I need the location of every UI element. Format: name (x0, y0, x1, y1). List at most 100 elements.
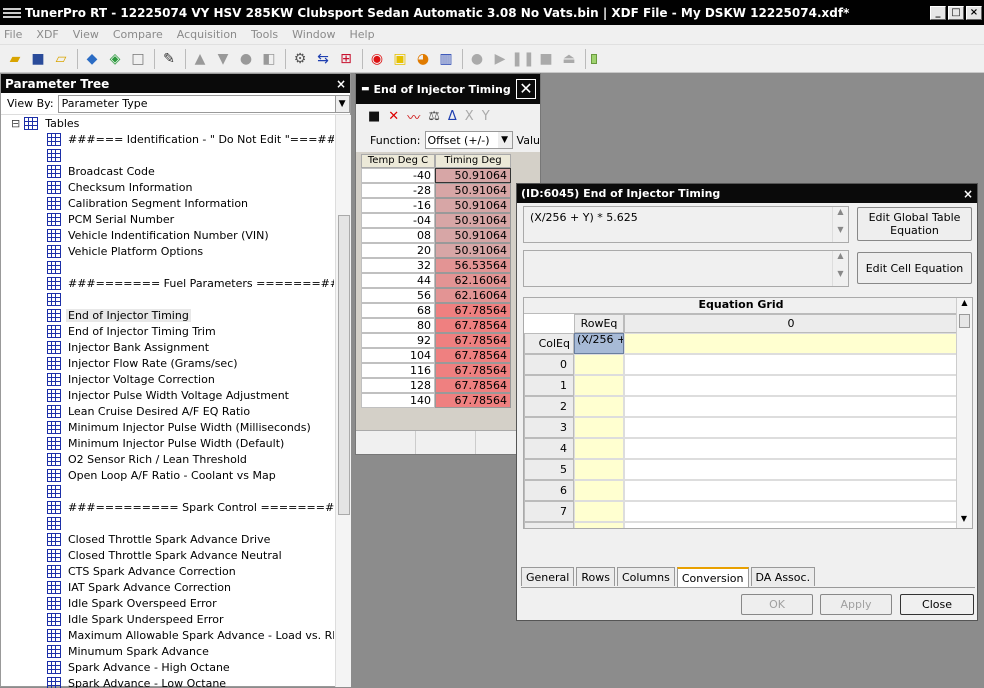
tree-item[interactable]: ###=== Identification - " Do Not Edit "=… (1, 131, 334, 147)
menu-item-help[interactable]: Help (350, 28, 375, 41)
view-by-select[interactable]: Parameter Type ▼ (58, 95, 350, 113)
close-button[interactable]: Close (900, 594, 974, 615)
tree-item[interactable]: Minimum Injector Pulse Width (Millisecon… (1, 419, 334, 435)
tree-item[interactable] (1, 259, 334, 275)
tree-item[interactable]: End of Injector Timing Trim (1, 323, 334, 339)
grid-cell[interactable] (624, 438, 958, 459)
maximize-button[interactable]: □ (948, 6, 964, 20)
tree-item[interactable]: Broadcast Code (1, 163, 334, 179)
grid-cell[interactable] (624, 459, 958, 480)
chart-icon[interactable]: ▥ (437, 50, 455, 68)
equation-scrollbar[interactable]: ▲▼ (832, 207, 848, 242)
grid-row-eq-cell[interactable] (574, 354, 624, 375)
grid-row-eq-cell[interactable] (574, 522, 624, 529)
xdf-icon[interactable]: ◆ (83, 50, 101, 68)
pen-icon[interactable]: ✎ (160, 50, 178, 68)
settings-icon[interactable]: ⚙ (291, 50, 309, 68)
tree-item[interactable] (1, 515, 334, 531)
tree-item[interactable]: Idle Spark Underspeed Error (1, 611, 334, 627)
timing-cell[interactable]: 67.78564 (435, 318, 511, 333)
tree-item[interactable]: End of Injector Timing (1, 307, 334, 323)
grid-cell[interactable] (624, 354, 958, 375)
tree-item[interactable]: Injector Bank Assignment (1, 339, 334, 355)
chevron-down-icon[interactable]: ▼ (335, 96, 349, 112)
chip-icon[interactable]: ● (237, 50, 255, 68)
xdf-open-icon[interactable]: ◈ (106, 50, 124, 68)
parameter-tree-close-button[interactable]: × (336, 77, 346, 91)
checksum-icon[interactable]: ⊞ (337, 50, 355, 68)
edit-global-equation-button[interactable]: Edit Global Table Equation (857, 207, 972, 241)
minimize-button[interactable]: _ (930, 6, 946, 20)
eject-icon[interactable]: ⏏ (560, 50, 578, 68)
global-equation-field[interactable]: (X/256 + Y) * 5.625 ▲▼ (523, 206, 849, 243)
menu-item-window[interactable]: Window (292, 28, 335, 41)
tree-item[interactable]: Vehicle Indentification Number (VIN) (1, 227, 334, 243)
y-axis-icon[interactable]: Y (482, 109, 490, 124)
new-file-icon[interactable]: □ (129, 50, 147, 68)
scroll-down-icon[interactable]: ▼ (957, 514, 971, 528)
tree-item[interactable]: IAT Spark Advance Correction (1, 579, 334, 595)
cell-equation-scrollbar[interactable]: ▲▼ (832, 251, 848, 286)
emulate-icon[interactable]: ◧ (260, 50, 278, 68)
menu-item-tools[interactable]: Tools (251, 28, 278, 41)
timing-cell[interactable]: 67.78564 (435, 333, 511, 348)
function-select[interactable]: Offset (+/-) ▼ (425, 131, 513, 149)
tab-general[interactable]: General (521, 567, 574, 586)
graph-icon[interactable]: 〰 (407, 107, 420, 126)
tree-item[interactable] (1, 291, 334, 307)
tree-item[interactable] (1, 147, 334, 163)
timing-cell[interactable]: 67.78564 (435, 348, 511, 363)
menu-item-file[interactable]: File (4, 28, 22, 41)
ok-button[interactable]: OK (741, 594, 813, 615)
save-icon[interactable]: ■ (29, 50, 47, 68)
timing-cell[interactable]: 50.91064 (435, 168, 511, 183)
tab-columns[interactable]: Columns (617, 567, 675, 586)
timing-cell[interactable]: 50.91064 (435, 243, 511, 258)
play-icon[interactable]: ▶ (491, 50, 509, 68)
apply-button[interactable]: Apply (820, 594, 892, 615)
tree-item[interactable]: Idle Spark Overspeed Error (1, 595, 334, 611)
tree-item[interactable]: CTS Spark Advance Correction (1, 563, 334, 579)
tree-item[interactable]: Spark Advance - Low Octane (1, 675, 334, 688)
delta-icon[interactable]: Δ (448, 109, 457, 124)
timing-cell[interactable]: 50.91064 (435, 213, 511, 228)
scrollbar-thumb[interactable] (338, 215, 350, 515)
tree-item[interactable]: Spark Advance - High Octane (1, 659, 334, 675)
cell-equation-field[interactable]: ▲▼ (523, 250, 849, 287)
stop-icon[interactable]: ■ (537, 50, 555, 68)
x-axis-icon[interactable]: X (465, 109, 474, 124)
menu-item-compare[interactable]: Compare (113, 28, 163, 41)
tree-item[interactable]: ###======= Fuel Parameters =======### (1, 275, 334, 291)
timing-cell[interactable]: 67.78564 (435, 303, 511, 318)
tree-scrollbar[interactable] (335, 115, 351, 687)
tree-item[interactable]: Calibration Segment Information (1, 195, 334, 211)
pause-icon[interactable]: ❚❚ (514, 50, 532, 68)
tree-item[interactable]: ###========= Spark Control =======### (1, 499, 334, 515)
log-icon[interactable]: ▣ (391, 50, 409, 68)
timing-cell[interactable]: 62.16064 (435, 288, 511, 303)
grid-cell[interactable] (624, 417, 958, 438)
timing-cell[interactable]: 62.16064 (435, 273, 511, 288)
grid-cell[interactable] (624, 396, 958, 417)
grid-row-eq-cell[interactable] (574, 480, 624, 501)
tree-item[interactable]: Closed Throttle Spark Advance Drive (1, 531, 334, 547)
grid-scrollbar[interactable]: ▲ ▼ (956, 298, 972, 528)
timing-cell[interactable]: 67.78564 (435, 378, 511, 393)
compare-icon[interactable]: ⇆ (314, 50, 332, 68)
col-eq-value-cell[interactable] (624, 333, 958, 354)
record-icon[interactable]: ◉ (368, 50, 386, 68)
menu-item-acquisition[interactable]: Acquisition (177, 28, 237, 41)
menu-item-xdf[interactable]: XDF (36, 28, 58, 41)
tree-root-tables[interactable]: ⊟Tables (1, 115, 334, 131)
tree-item[interactable]: Injector Voltage Correction (1, 371, 334, 387)
eoi-close-button[interactable]: ✕ (516, 79, 536, 99)
tab-da-assoc[interactable]: DA Assoc. (751, 567, 816, 586)
timing-cell[interactable]: 56.53564 (435, 258, 511, 273)
save-icon[interactable]: ■ (368, 109, 380, 124)
menu-item-view[interactable]: View (73, 28, 99, 41)
grid-row-eq-cell[interactable] (574, 438, 624, 459)
timing-cell[interactable]: 50.91064 (435, 228, 511, 243)
edit-cell-equation-button[interactable]: Edit Cell Equation (857, 252, 972, 284)
rec-dot-icon[interactable]: ● (468, 50, 486, 68)
grid-cell[interactable] (624, 522, 958, 529)
